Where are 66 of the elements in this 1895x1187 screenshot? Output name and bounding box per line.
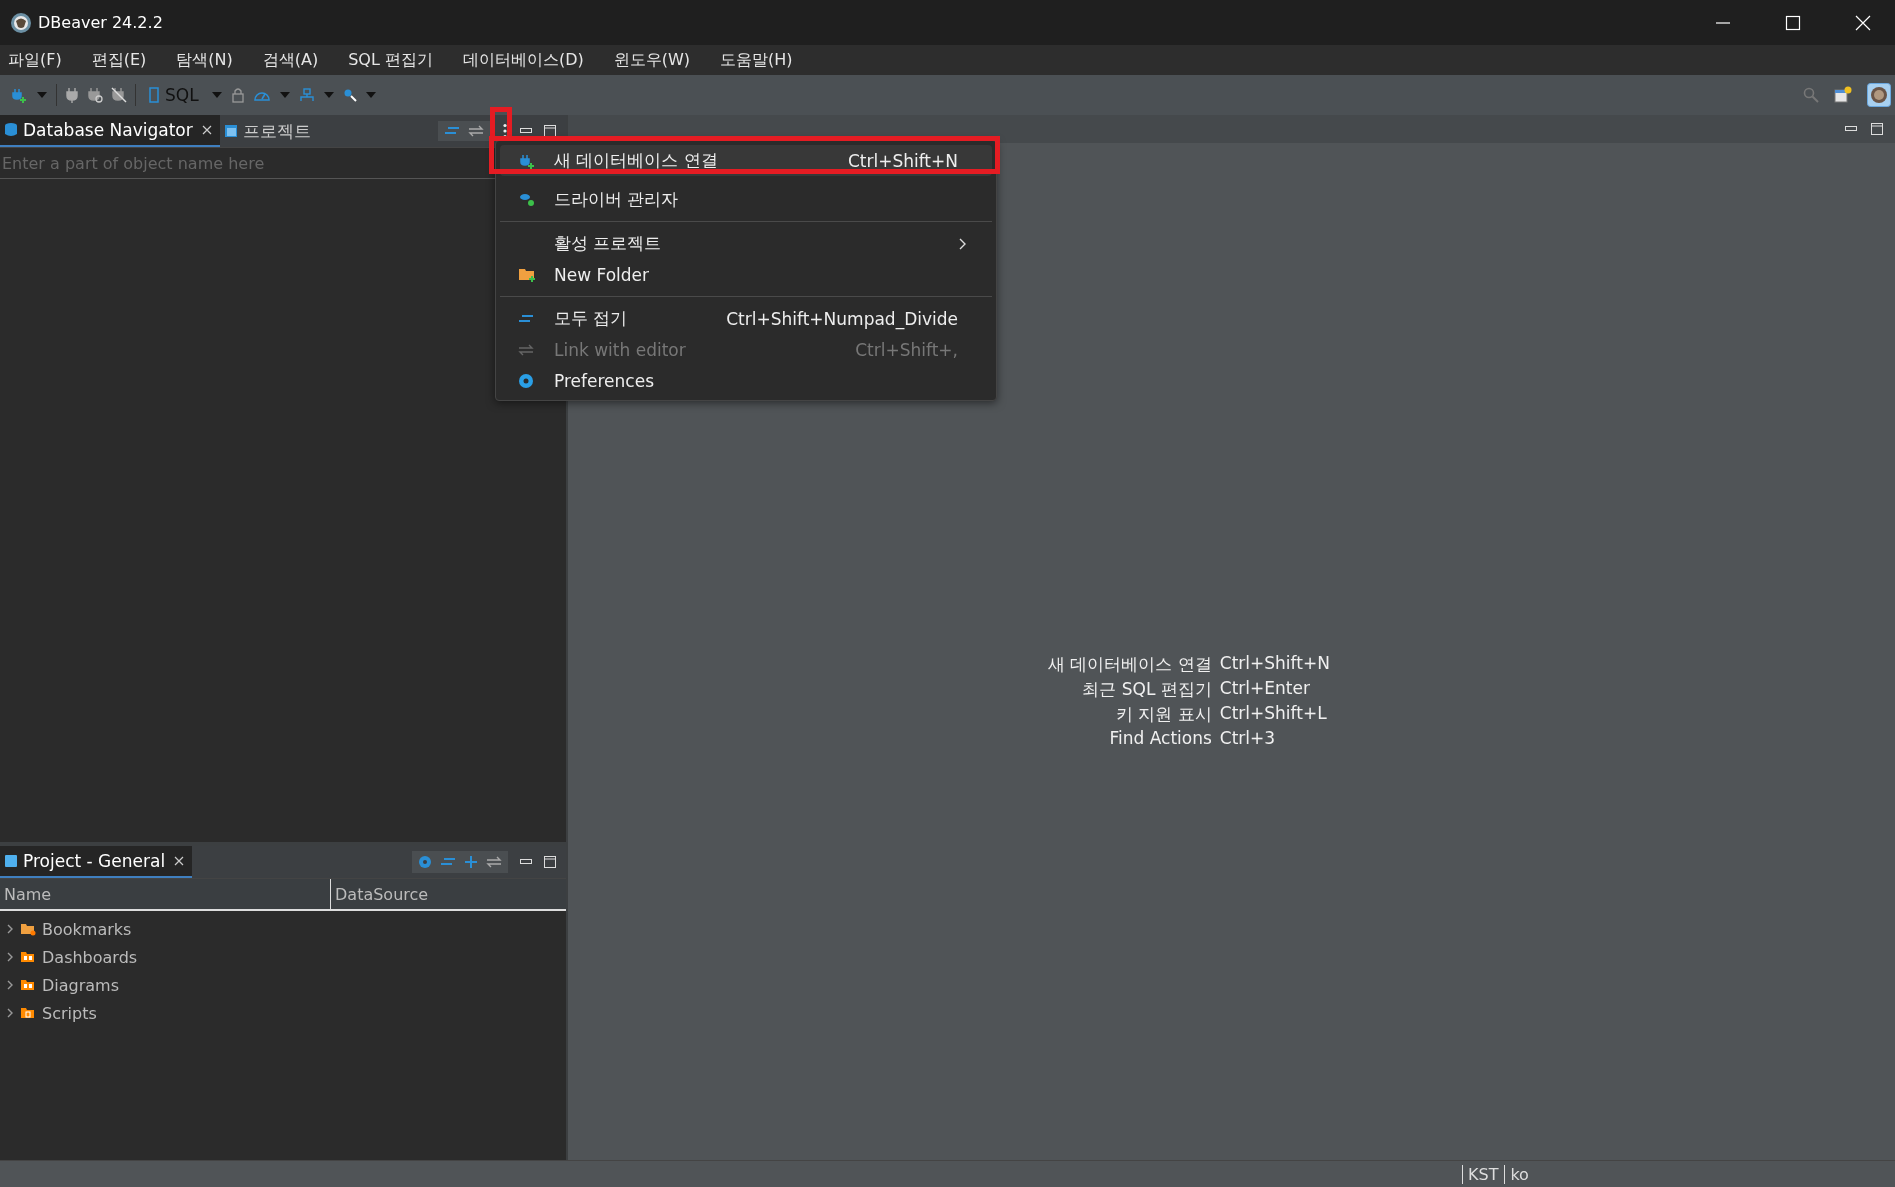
minimize-icon[interactable] (520, 128, 532, 134)
hint-shortcut: Ctrl+Shift+L (1219, 703, 1328, 725)
link-arrows-icon[interactable] (468, 125, 484, 137)
column-header[interactable]: DataSource (331, 879, 566, 909)
menu-item[interactable]: 모두 접기 Ctrl+Shift+Numpad_Divide (500, 296, 992, 334)
view-menu-icon[interactable] (502, 123, 508, 139)
lock-icon[interactable] (230, 87, 245, 103)
close-icon[interactable] (174, 856, 185, 866)
app-logo-icon (10, 11, 32, 34)
expand-chevron-icon[interactable] (6, 1008, 14, 1018)
column-header[interactable]: Name (0, 879, 331, 909)
menu-item[interactable]: 활성 프로젝트 (500, 221, 992, 259)
expand-chevron-icon[interactable] (6, 924, 14, 934)
hint-action: 최근 SQL 편집기 (1081, 678, 1212, 701)
collapse-all-icon (518, 313, 534, 324)
tree-item[interactable]: Bookmarks (42, 919, 132, 939)
tree-item[interactable]: Dashboards (42, 947, 138, 967)
hint-action: Find Actions (1108, 728, 1212, 748)
hint-shortcut: Ctrl+3 (1219, 728, 1277, 748)
minimize-icon[interactable] (1845, 126, 1857, 132)
tree-item[interactable]: Diagrams (42, 975, 120, 995)
window-title: DBeaver 24.2.2 (38, 13, 163, 32)
maximize-icon[interactable] (544, 125, 556, 137)
minimize-icon[interactable] (520, 859, 532, 865)
menu-item[interactable]: 드라이버 관리자 (500, 184, 992, 215)
status-item: KST (1462, 1164, 1499, 1184)
expand-chevron-icon[interactable] (6, 952, 14, 962)
hint-shortcut: Ctrl+Enter (1219, 678, 1311, 700)
menu-item[interactable]: New Folder (500, 259, 992, 290)
hint-action: 새 데이터베이스 연결 (1048, 653, 1212, 676)
tree-item[interactable]: Scripts (42, 1003, 97, 1023)
menu-item[interactable]: 도움말(H) (720, 49, 793, 71)
menu-item[interactable]: 편집(E) (91, 49, 147, 71)
status-item: ko (1504, 1164, 1529, 1184)
search-icon[interactable] (342, 88, 357, 102)
perspective-add-icon[interactable] (1833, 86, 1853, 104)
folder-icon (20, 978, 36, 992)
menu-item[interactable]: 파일(F) (8, 49, 62, 71)
plug-off-icon (111, 87, 127, 103)
maximize-icon[interactable] (544, 856, 556, 868)
menu-item[interactable]: SQL 편집기 (348, 49, 433, 71)
panel-tab[interactable]: Database Navigator (0, 115, 220, 147)
hint-shortcut: Ctrl+Shift+N (1219, 653, 1330, 675)
project-icon (223, 124, 238, 138)
expand-chevron-icon[interactable] (6, 980, 14, 990)
plug-icon (65, 87, 79, 103)
menu-item[interactable]: 데이터베이스(D) (462, 49, 584, 71)
script-icon (148, 87, 160, 103)
plug-refresh-icon (87, 87, 103, 103)
menu-item[interactable]: 윈도우(W) (613, 49, 691, 71)
menu-item[interactable]: Preferences (500, 365, 992, 396)
hint-action: 키 지원 표시 (1115, 703, 1212, 726)
database-icon (4, 122, 18, 138)
project-icon (4, 854, 18, 868)
menu-item[interactable]: 검색(A) (262, 49, 319, 71)
folder-plus-icon (518, 266, 536, 283)
link-arrows-icon (518, 343, 534, 356)
folder-script-icon (20, 1006, 36, 1020)
maximize-icon[interactable] (1871, 123, 1883, 135)
panel-tab[interactable]: Project - General (0, 846, 193, 878)
link-arrows-icon[interactable] (486, 856, 502, 868)
plug-plus-icon[interactable] (10, 86, 28, 104)
menu-item[interactable]: 탐색(N) (176, 49, 233, 71)
folder-icon (20, 950, 36, 964)
close-icon[interactable] (201, 125, 212, 135)
folder-star-icon (20, 922, 36, 936)
